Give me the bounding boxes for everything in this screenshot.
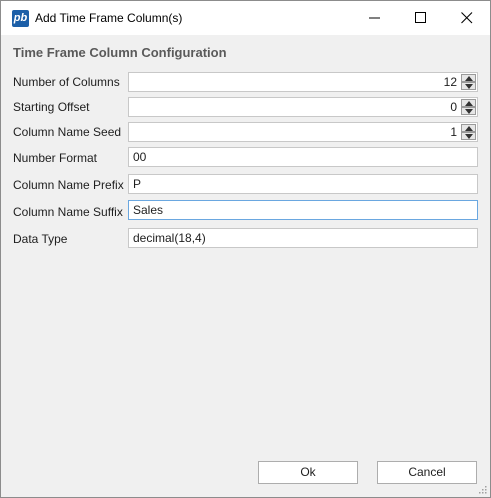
number-format-label: Number Format [13, 151, 98, 165]
starting-offset-spin-buttons [461, 99, 476, 115]
chevron-down-icon [465, 109, 473, 114]
column-name-suffix-label: Column Name Suffix [13, 205, 123, 219]
ok-button[interactable]: Ok [258, 461, 358, 484]
chevron-up-icon [465, 101, 473, 106]
number-of-columns-spin-buttons [461, 74, 476, 90]
starting-offset-label: Starting Offset [13, 100, 90, 114]
maximize-icon [415, 12, 426, 23]
close-icon [461, 12, 473, 24]
starting-offset-stepper[interactable]: 0 [128, 97, 478, 117]
minimize-icon [369, 17, 380, 19]
spin-down-button[interactable] [461, 107, 476, 115]
column-name-seed-label: Column Name Seed [13, 125, 122, 139]
cancel-button[interactable]: Cancel [377, 461, 477, 484]
number-of-columns-label: Number of Columns [13, 75, 120, 89]
maximize-button[interactable] [398, 1, 444, 35]
column-name-prefix-input[interactable]: P [128, 174, 478, 194]
column-name-seed-spin-buttons [461, 124, 476, 140]
number-format-input[interactable]: 00 [128, 147, 478, 167]
chevron-down-icon [465, 84, 473, 89]
spin-down-button[interactable] [461, 132, 476, 140]
dialog-window: pb Add Time Frame Column(s) Time Frame C… [0, 0, 491, 498]
window-title: Add Time Frame Column(s) [35, 11, 183, 25]
title-bar[interactable]: pb Add Time Frame Column(s) [1, 1, 490, 35]
number-of-columns-value: 12 [443, 75, 457, 89]
data-type-label: Data Type [13, 232, 68, 246]
number-of-columns-stepper[interactable]: 12 [128, 72, 478, 92]
column-name-seed-value: 1 [450, 125, 457, 139]
column-name-suffix-input[interactable]: Sales [128, 200, 478, 220]
app-icon: pb [12, 10, 29, 27]
spin-down-button[interactable] [461, 82, 476, 90]
spin-up-button[interactable] [461, 99, 476, 107]
starting-offset-value: 0 [450, 100, 457, 114]
spin-up-button[interactable] [461, 74, 476, 82]
chevron-up-icon [465, 76, 473, 81]
resize-grip-icon[interactable] [477, 484, 487, 494]
section-title: Time Frame Column Configuration [13, 45, 227, 60]
close-button[interactable] [444, 1, 490, 35]
spin-up-button[interactable] [461, 124, 476, 132]
column-name-seed-stepper[interactable]: 1 [128, 122, 478, 142]
minimize-button[interactable] [352, 1, 398, 35]
chevron-down-icon [465, 134, 473, 139]
data-type-input[interactable]: decimal(18,4) [128, 228, 478, 248]
column-name-prefix-label: Column Name Prefix [13, 178, 124, 192]
chevron-up-icon [465, 126, 473, 131]
